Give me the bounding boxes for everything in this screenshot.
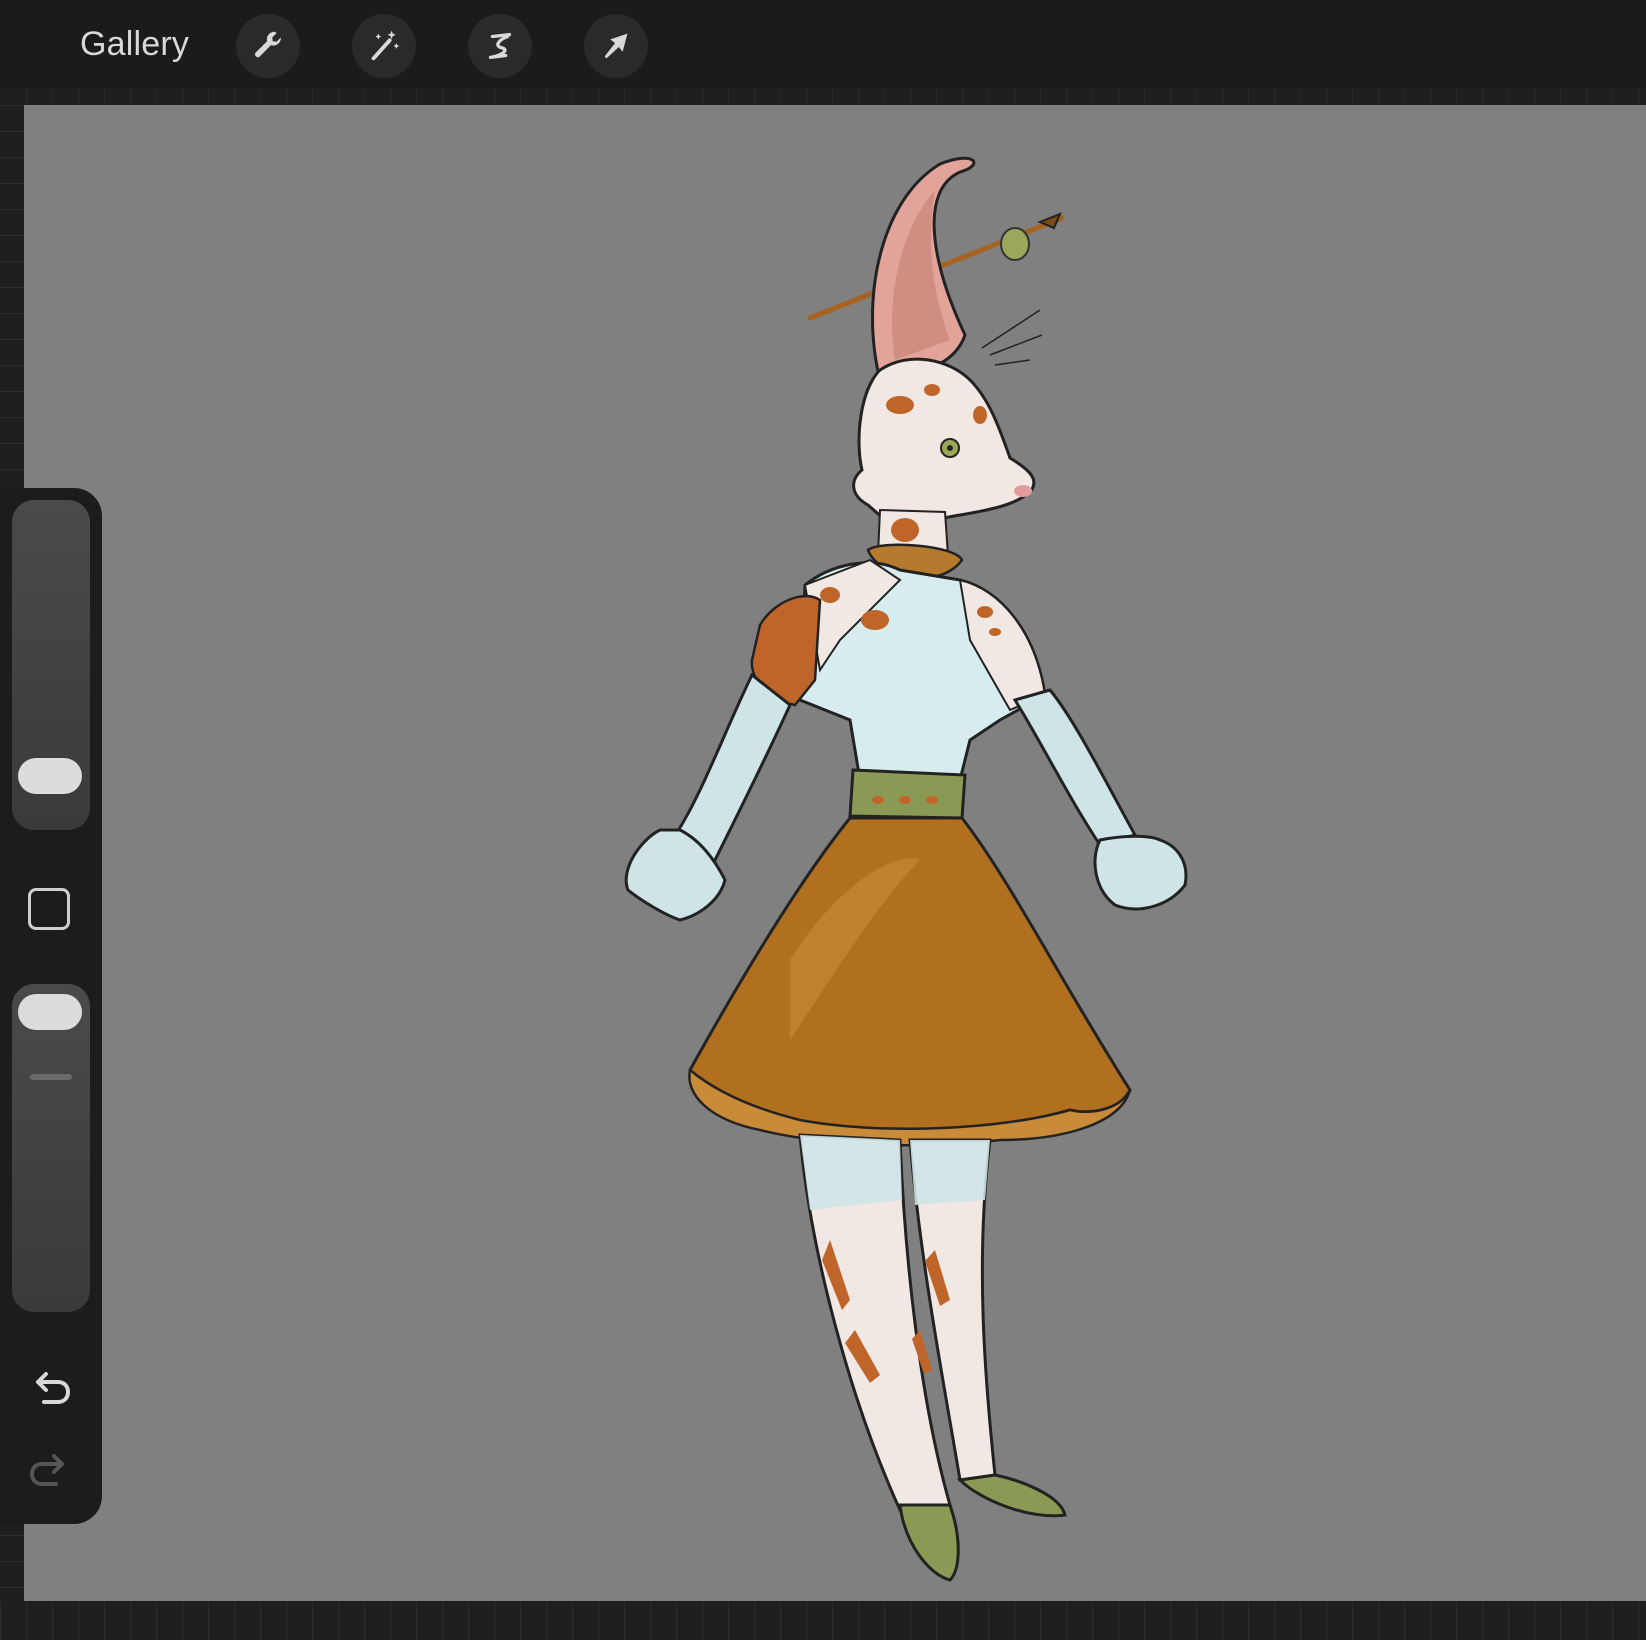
selection-s-icon bbox=[488, 32, 512, 60]
opacity-slider-mark bbox=[30, 1074, 72, 1080]
wrench-icon bbox=[255, 31, 281, 58]
brush-size-slider[interactable] bbox=[12, 500, 90, 830]
procreate-app: Gallery bbox=[0, 0, 1646, 1640]
brush-size-thumb[interactable] bbox=[18, 758, 82, 794]
undo-button[interactable] bbox=[26, 1364, 74, 1412]
drawing-canvas[interactable] bbox=[24, 105, 1646, 1601]
actions-button[interactable] bbox=[236, 14, 300, 78]
adjustments-button[interactable] bbox=[352, 14, 416, 78]
arrow-cursor-icon bbox=[604, 33, 628, 59]
opacity-slider[interactable] bbox=[12, 984, 90, 1312]
redo-icon bbox=[30, 1454, 64, 1486]
transform-button[interactable] bbox=[584, 14, 648, 78]
top-toolbar: Gallery bbox=[0, 0, 1646, 88]
selection-button[interactable] bbox=[468, 14, 532, 78]
gallery-button[interactable]: Gallery bbox=[80, 22, 189, 66]
left-sidebar bbox=[0, 488, 102, 1524]
canvas-frame-bottom bbox=[0, 1602, 1646, 1640]
magic-wand-icon bbox=[371, 30, 400, 61]
undo-icon bbox=[36, 1372, 70, 1404]
character-artwork bbox=[624, 156, 1188, 1582]
opacity-thumb[interactable] bbox=[18, 994, 82, 1030]
modify-button[interactable] bbox=[28, 888, 70, 930]
redo-button[interactable] bbox=[26, 1446, 74, 1494]
